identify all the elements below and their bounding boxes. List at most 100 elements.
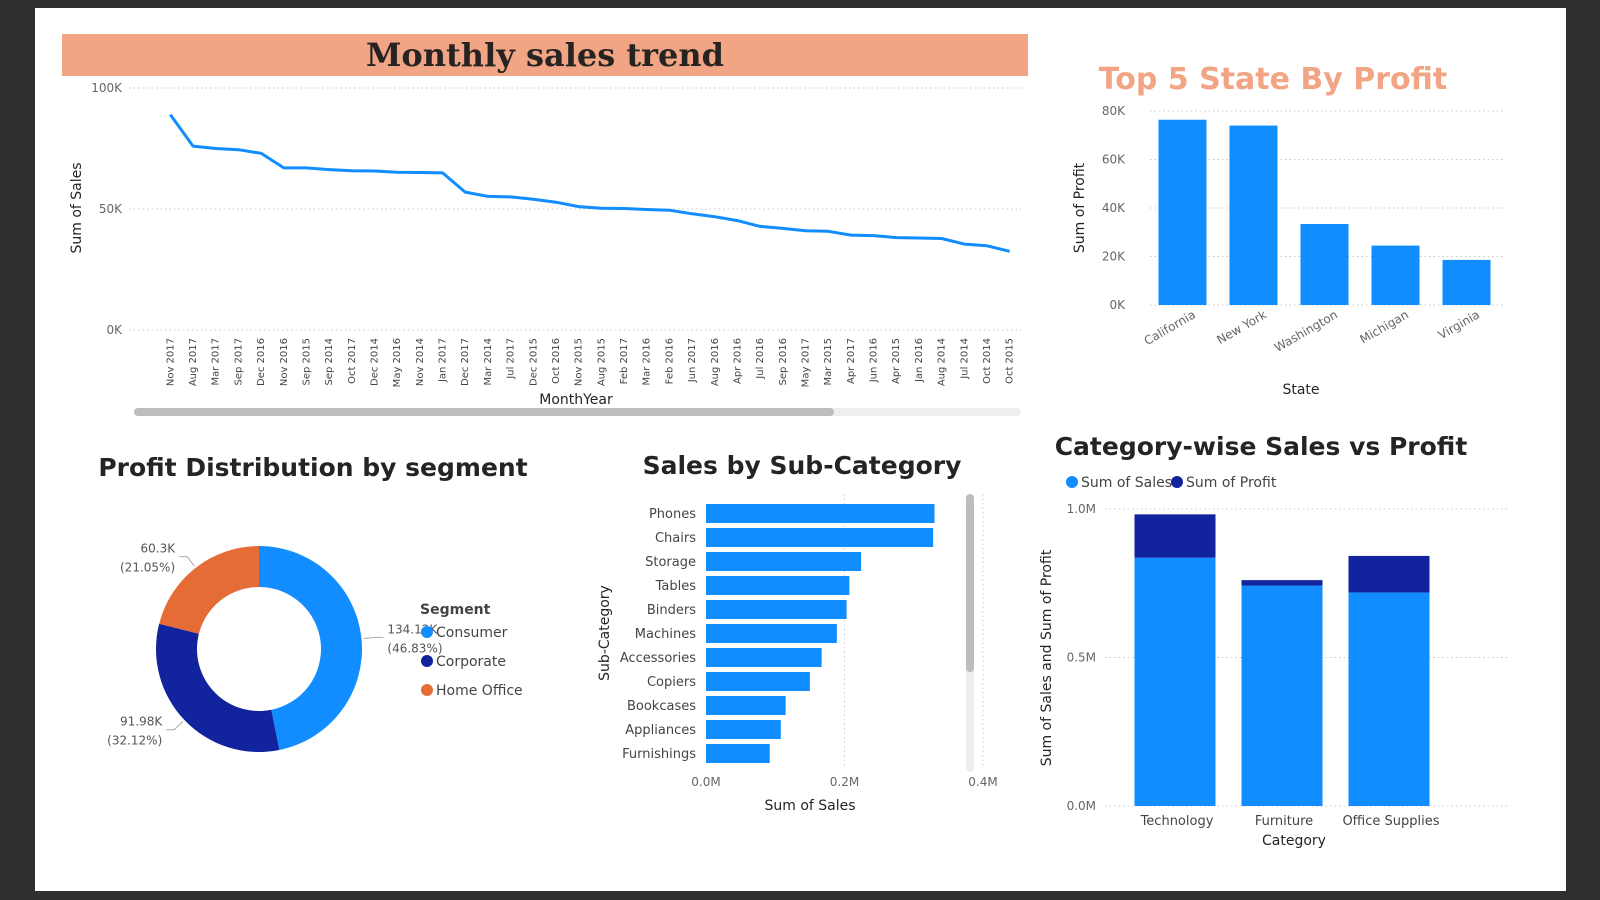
category-y-tick-label: 0.5M [1067, 651, 1096, 665]
line-y-tick-label: 0K [106, 323, 123, 337]
segment-legend-label[interactable]: Corporate [436, 654, 506, 670]
segment-legend-label[interactable]: Home Office [436, 683, 523, 699]
subcat-bar[interactable] [706, 744, 770, 763]
subcat-category-label: Binders [647, 603, 696, 618]
line-y-tick-label: 50K [99, 202, 123, 216]
donut-slice[interactable] [159, 546, 259, 634]
line-chart-x-label: MonthYear [539, 392, 613, 408]
subcat-bar[interactable] [706, 624, 837, 643]
line-x-tick-label: Sep 2015 [301, 338, 312, 385]
state-bar[interactable] [1229, 125, 1278, 305]
category-y-tick-label: 0.0M [1067, 799, 1096, 813]
category-chart-x-label: Category [1262, 833, 1326, 849]
line-x-tick-label: Mar 2017 [211, 338, 222, 386]
donut-leader-line [179, 556, 195, 567]
line-x-tick-label: Sep 2016 [778, 338, 789, 385]
subcat-bar[interactable] [706, 552, 862, 571]
category-legend-label[interactable]: Sum of Sales [1081, 475, 1172, 491]
state-chart-y-label: Sum of Profit [1072, 162, 1088, 253]
segment-legend-label[interactable]: Consumer [436, 625, 508, 641]
state-bar[interactable] [1371, 245, 1420, 305]
line-x-tick-label: Sep 2017 [233, 338, 244, 385]
state-y-tick-label: 60K [1102, 153, 1126, 167]
subcat-bar[interactable] [706, 600, 847, 619]
subcat-category-label: Machines [635, 627, 696, 642]
subcat-bar[interactable] [706, 696, 786, 715]
line-x-tick-label: May 2017 [801, 338, 812, 387]
donut-slice[interactable] [156, 623, 280, 752]
state-y-tick-label: 20K [1102, 250, 1126, 264]
state-chart-x-label: State [1282, 382, 1319, 398]
subcat-bar[interactable] [706, 648, 822, 667]
line-x-tick-label: Aug 2017 [188, 338, 199, 386]
subcat-category-label: Phones [649, 507, 696, 522]
state-bar[interactable] [1300, 224, 1349, 305]
state-x-tick-label: Michigan [1357, 307, 1411, 346]
state-y-tick-label: 0K [1109, 298, 1126, 312]
subcat-bar[interactable] [706, 528, 934, 547]
state-x-tick-label: New York [1214, 307, 1269, 347]
line-x-tick-label: Dec 2017 [460, 338, 471, 386]
subcat-bar[interactable] [706, 672, 810, 691]
subcat-category-label: Appliances [625, 723, 696, 738]
category-bar-segment[interactable] [1348, 555, 1430, 593]
donut-value-label: 91.98K [120, 715, 163, 729]
category-y-tick-label: 1.0M [1067, 502, 1096, 516]
state-x-tick-label: Washington [1272, 307, 1340, 354]
category-bar-segment[interactable] [1134, 557, 1216, 806]
subcat-bar[interactable] [706, 576, 850, 595]
line-x-tick-label: Feb 2017 [619, 338, 630, 384]
subcat-x-tick-label: 0.2M [830, 775, 859, 789]
line-x-tick-label: Aug 2014 [937, 338, 948, 386]
state-bar[interactable] [1442, 259, 1491, 305]
line-x-tick-label: Jan 2016 [914, 338, 925, 383]
category-x-tick-label: Office Supplies [1342, 814, 1439, 829]
line-x-tick-label: Oct 2017 [347, 338, 358, 384]
subcat-scrollbar-thumb[interactable] [966, 494, 974, 672]
state-bar[interactable] [1158, 119, 1207, 305]
donut-percent-label: (32.12%) [107, 734, 162, 748]
state-x-tick-label: Virginia [1436, 307, 1482, 342]
category-bar-segment[interactable] [1348, 592, 1430, 806]
line-y-tick-label: 100K [91, 81, 123, 95]
category-bar-segment[interactable] [1241, 580, 1323, 586]
dashboard-canvas: Monthly sales trend 0K 50K 100K Nov 2017 Au… [35, 8, 1566, 891]
donut-percent-label: (46.83%) [387, 641, 442, 655]
category-chart-y-label: Sum of Sales and Sum of Profit [1039, 549, 1055, 766]
category-bar-segment[interactable] [1241, 585, 1323, 806]
subcat-category-label: Copiers [647, 675, 696, 690]
line-x-tick-label: Nov 2014 [415, 338, 426, 386]
category-sales-profit-chart: Category-wise Sales vs Profit Sum of Sal… [1039, 432, 1510, 849]
line-x-tick-label: Apr 2016 [732, 338, 743, 384]
line-x-tick-label: Jun 2017 [687, 338, 698, 383]
line-x-tick-label: Sep 2014 [324, 338, 335, 385]
line-x-tick-label: Dec 2015 [528, 338, 539, 386]
category-x-tick-label: Technology [1140, 814, 1214, 829]
subcat-x-tick-label: 0.0M [691, 775, 720, 789]
state-y-tick-label: 80K [1102, 104, 1126, 118]
donut-slice[interactable] [259, 546, 363, 750]
line-x-tick-label: Dec 2016 [256, 338, 267, 386]
category-bar-segment[interactable] [1134, 514, 1216, 558]
line-x-tick-label: Jan 2017 [438, 338, 449, 383]
state-x-tick-label: California [1142, 307, 1198, 348]
line-x-tick-label: Oct 2016 [551, 338, 562, 384]
line-x-tick-label: Jul 2014 [959, 338, 970, 380]
subcat-chart-x-label: Sum of Sales [764, 798, 855, 814]
line-series-sales [169, 113, 1011, 253]
line-x-tick-label: Oct 2014 [982, 338, 993, 384]
line-x-tick-label: Aug 2015 [596, 338, 607, 386]
line-chart-scrollbar-thumb[interactable] [134, 408, 834, 416]
line-x-tick-label: Mar 2015 [823, 338, 834, 386]
line-chart-title: Monthly sales trend [366, 36, 724, 74]
line-x-tick-label: Apr 2017 [846, 338, 857, 384]
subcat-bar[interactable] [706, 720, 781, 739]
line-x-tick-label: Dec 2014 [370, 338, 381, 386]
subcat-category-label: Storage [645, 555, 696, 570]
subcat-bar[interactable] [706, 504, 935, 523]
line-x-tick-label: Mar 2016 [642, 338, 653, 386]
donut-value-label: 60.3K [141, 542, 177, 556]
category-legend-label[interactable]: Sum of Profit [1186, 475, 1277, 491]
state-profit-chart: Top 5 State By Profit 0K 20K 40K 60K 80K Cal… [1072, 62, 1505, 398]
line-x-tick-label: Nov 2015 [574, 338, 585, 386]
